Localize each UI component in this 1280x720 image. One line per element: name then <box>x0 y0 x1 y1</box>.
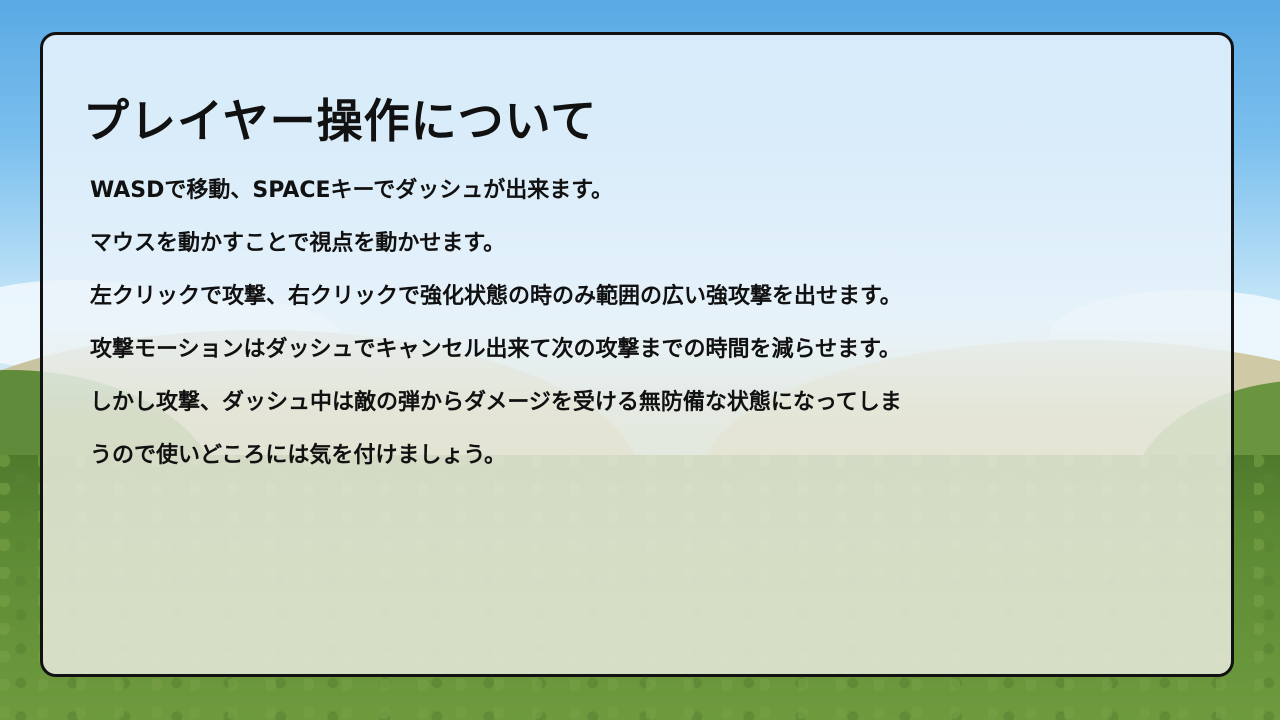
instruction-text: WASDで移動、SPACEキーでダッシュが出来ます。 マウスを動かすことで視点を… <box>90 171 1200 489</box>
instruction-line: 左クリックで攻撃、右クリックで強化状態の時のみ範囲の広い強攻撃を出せます。 <box>90 284 902 309</box>
game-background: プレイヤー操作について WASDで移動、SPACEキーでダッシュが出来ます。 マ… <box>0 0 1280 720</box>
instruction-line: WASDで移動、SPACEキーでダッシュが出来ます。 <box>90 178 614 203</box>
tutorial-panel: プレイヤー操作について WASDで移動、SPACEキーでダッシュが出来ます。 マ… <box>40 32 1234 677</box>
instruction-line: うので使いどころには気を付けましょう。 <box>90 443 507 468</box>
panel-title: プレイヤー操作について <box>83 94 598 148</box>
instruction-line: しかし攻撃、ダッシュ中は敵の弾からダメージを受ける無防備な状態になってしま <box>90 390 902 415</box>
instruction-line: マウスを動かすことで視点を動かせます。 <box>90 231 506 256</box>
instruction-line: 攻撃モーションはダッシュでキャンセル出来て次の攻撃までの時間を減らせます。 <box>90 337 901 362</box>
